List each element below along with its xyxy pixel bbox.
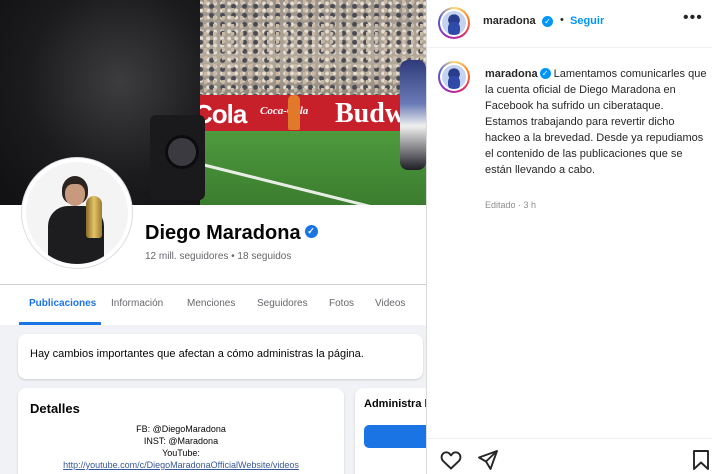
share-icon[interactable]: [476, 448, 500, 472]
avatar-image: [442, 65, 466, 89]
notice-banner[interactable]: Hay cambios importantes que afectan a có…: [18, 334, 423, 379]
page-tabs: Publicaciones Información Menciones Segu…: [0, 284, 426, 325]
avatar-image: [442, 11, 466, 35]
verified-badge-icon: ✓: [542, 16, 553, 27]
follow-button[interactable]: Seguir: [570, 15, 604, 27]
details-card: Detalles FB: @DiegoMaradona INST: @Marad…: [18, 388, 344, 474]
details-inst: INST: @Maradona: [143, 436, 219, 446]
tab-publicaciones[interactable]: Publicaciones: [29, 298, 96, 309]
more-options-icon[interactable]: •••: [683, 9, 703, 27]
instagram-post-panel: maradona ✓ • Seguir ••• maradona ✓ Lamenta…: [426, 0, 712, 474]
ad-text-bud: Budw: [335, 98, 406, 129]
avatar-ring: [440, 9, 468, 37]
avatar[interactable]: [438, 7, 470, 39]
tab-videos[interactable]: Videos: [375, 298, 405, 309]
admin-card-title: Administra l: [364, 398, 426, 410]
caption-username[interactable]: maradona: [485, 68, 538, 80]
facebook-page-screenshot: Cola Coca-Cola Budw Diego Maradona ✓ 12 m…: [0, 0, 426, 474]
active-tab-indicator: [19, 322, 101, 325]
tab-informacion[interactable]: Información: [111, 298, 163, 309]
camera-icon: [150, 115, 205, 200]
tab-seguidores[interactable]: Seguidores: [257, 298, 308, 309]
ad-text-cocacola: Coca-Cola: [260, 105, 309, 117]
details-youtube-row: http://youtube.com/c/DiegoMaradonaOffici…: [18, 460, 344, 470]
trophy-icon: [86, 196, 102, 238]
separator-dot: •: [560, 14, 564, 26]
page-name: Diego Maradona: [145, 222, 301, 244]
player-figure: [288, 95, 300, 130]
avatar: [26, 162, 128, 264]
admin-side-card: Administra l: [355, 388, 426, 474]
post-header: maradona ✓ • Seguir •••: [427, 0, 712, 48]
profile-picture[interactable]: [22, 158, 132, 268]
admin-card-button[interactable]: [364, 425, 426, 448]
avatar-face: [65, 184, 85, 206]
bookmark-icon[interactable]: [689, 448, 712, 472]
youtube-link[interactable]: http://youtube.com/c/DiegoMaradonaOffici…: [63, 460, 299, 470]
player-figure: [400, 60, 426, 170]
page-title: Diego Maradona ✓: [145, 222, 318, 245]
tab-menciones[interactable]: Menciones: [187, 298, 235, 309]
verified-badge-icon: ✓: [304, 225, 318, 239]
details-youtube-label: YouTube:: [162, 448, 200, 458]
heart-icon[interactable]: [439, 448, 463, 472]
username-link[interactable]: maradona: [483, 15, 536, 27]
details-fb: FB: @DiegoMaradona: [136, 424, 226, 434]
verified-badge-icon: ✓: [539, 67, 551, 79]
tab-fotos[interactable]: Fotos: [329, 298, 354, 309]
notice-text: Hay cambios importantes que afectan a có…: [30, 348, 364, 360]
post-actions: [427, 438, 712, 474]
stadium-ad-board: Cola Coca-Cola Budw: [180, 95, 426, 131]
caption-text: Lamentamos comunicarles que la cuenta of…: [485, 68, 707, 176]
avatar-ring: [440, 63, 468, 91]
follower-stats: 12 mill. seguidores • 18 seguidos: [145, 251, 292, 262]
post-caption: maradona ✓ Lamentamos comunicarles que la …: [485, 66, 707, 178]
post-meta: Editado · 3 h: [485, 200, 537, 210]
caption-avatar[interactable]: [438, 61, 470, 93]
details-title: Detalles: [30, 401, 80, 416]
